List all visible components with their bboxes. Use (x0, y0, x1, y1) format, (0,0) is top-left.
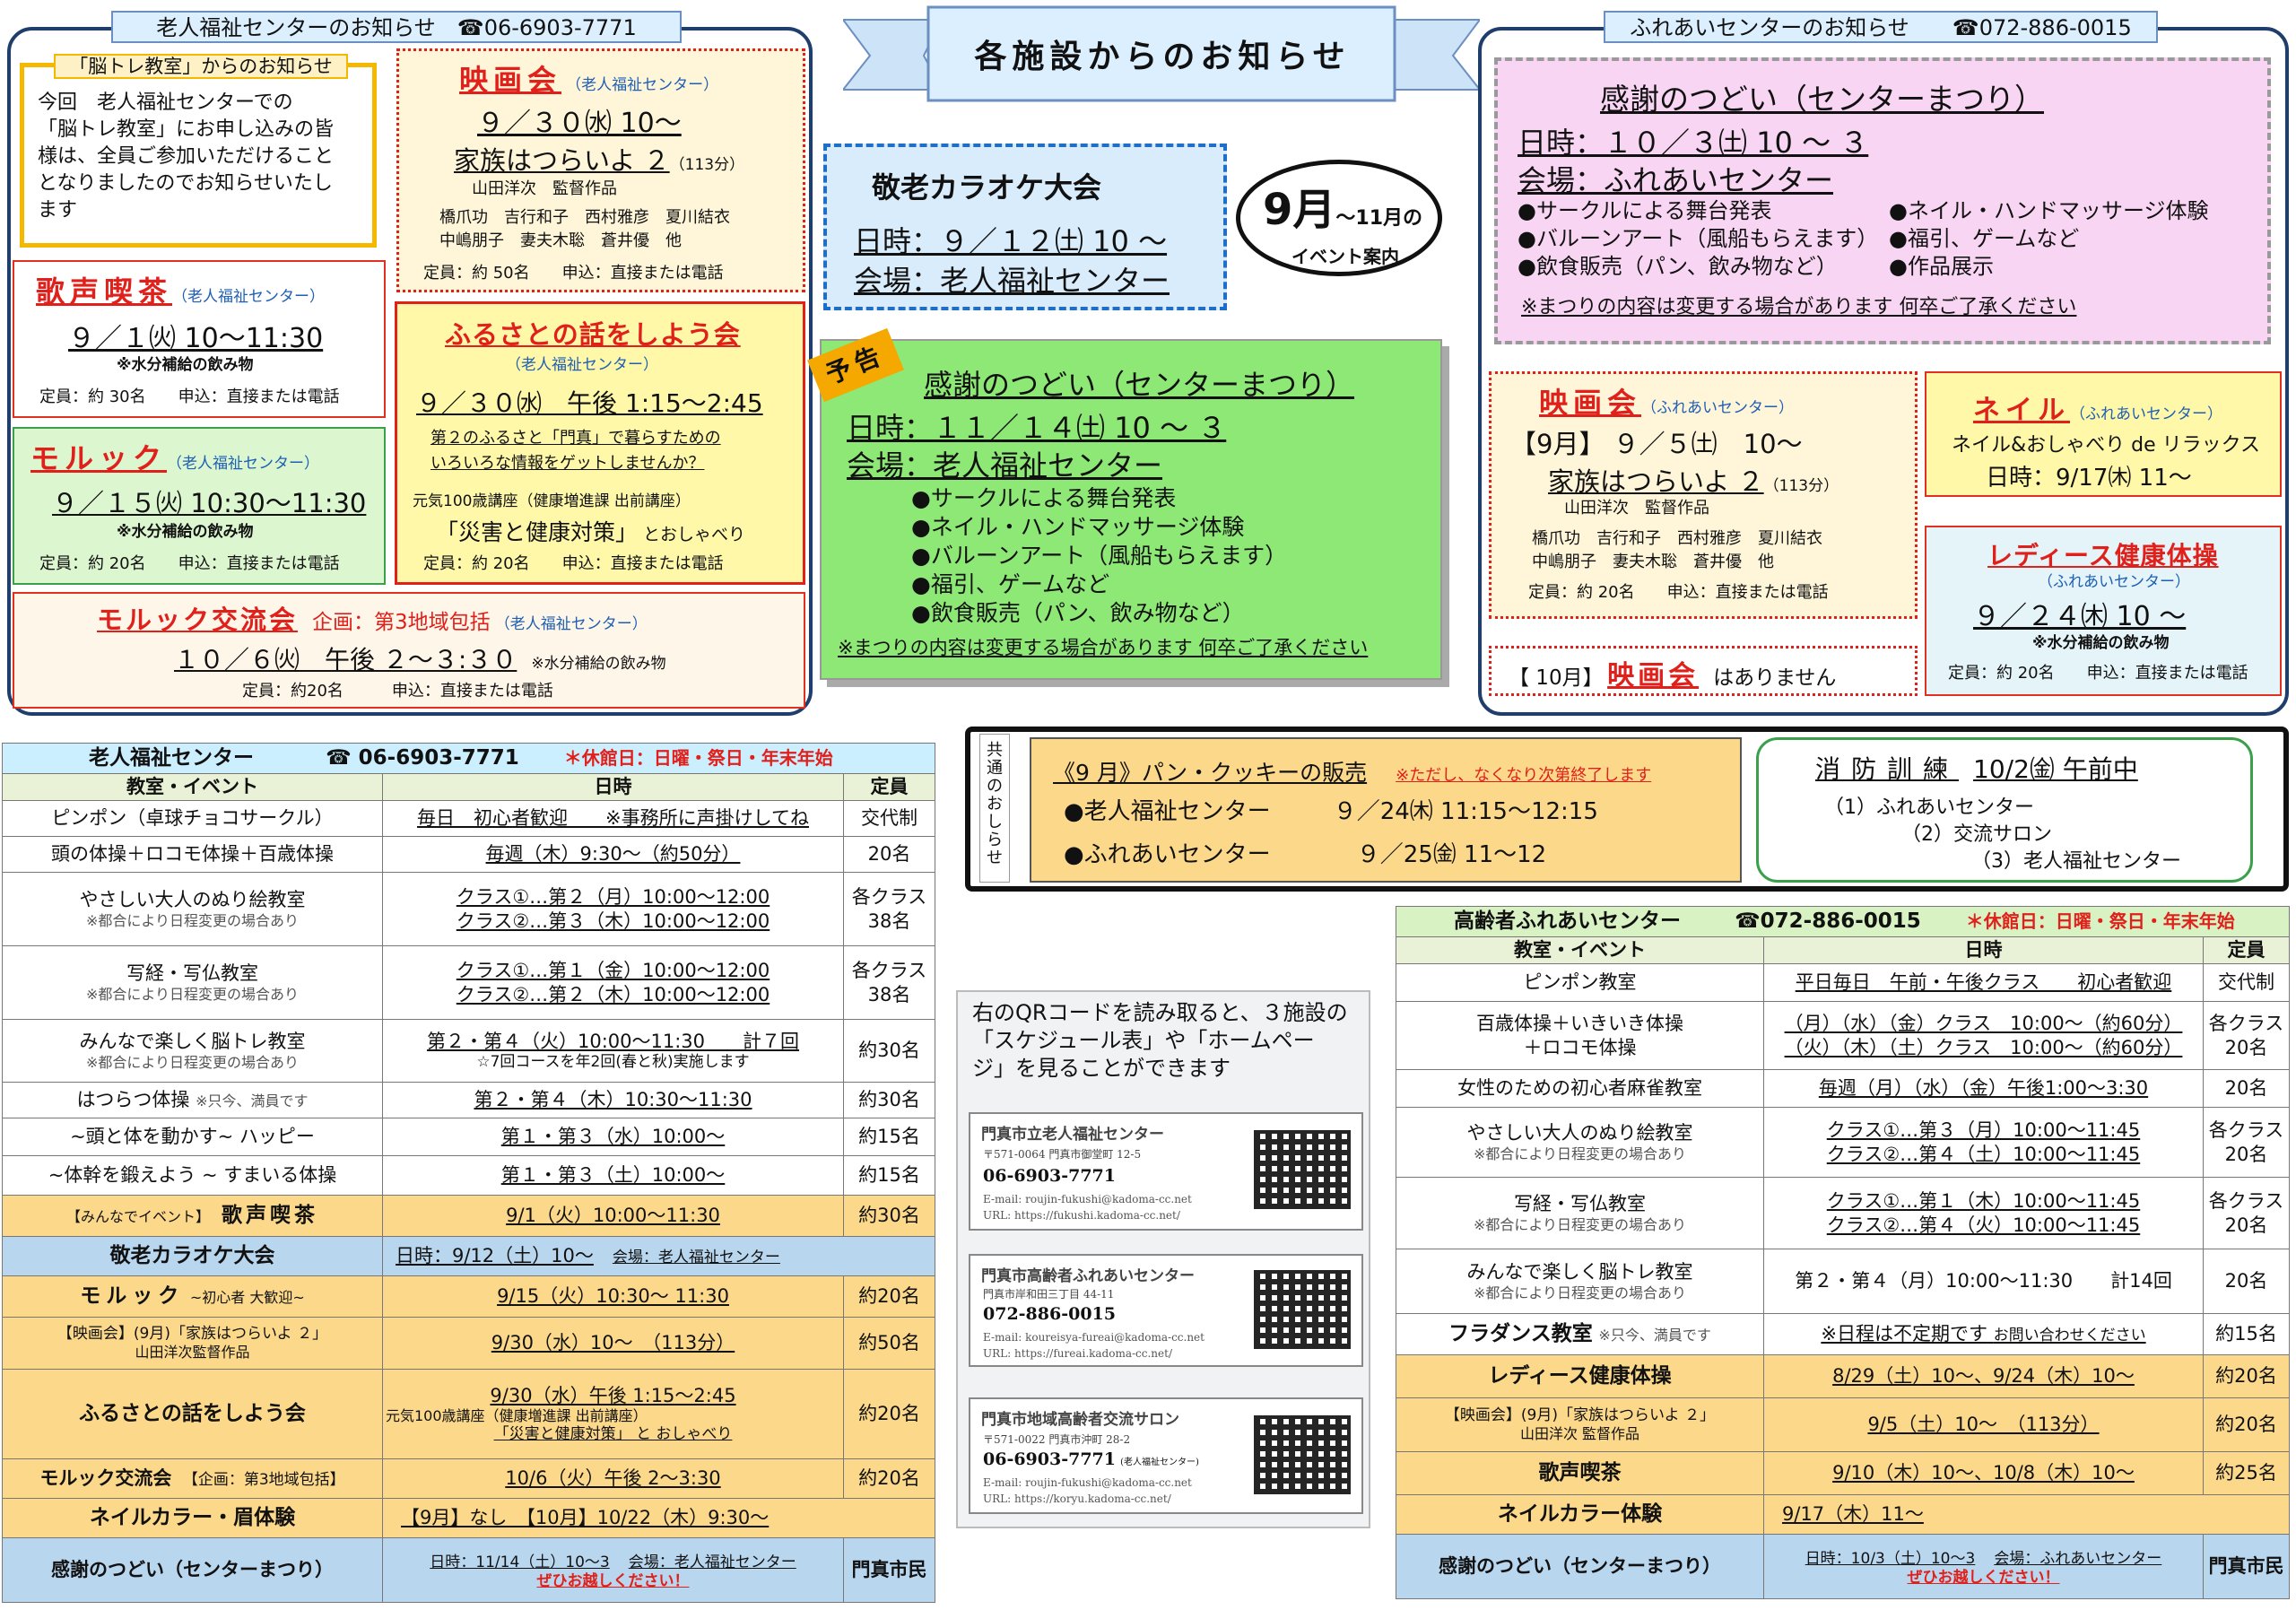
moruk-koryu-date: １０／６㈫ 午後 ２〜３:３０ ※水分補給の飲み物 (174, 645, 666, 674)
furusato-capacity: 定員：約 20名 申込：直接または電話 (423, 554, 724, 573)
kissa-note: ※水分補給の飲み物 (117, 356, 254, 374)
qr-card-roujin: 門真市立老人福祉センター 〒571-0064 門真市御堂町 12-5 06-69… (969, 1112, 1363, 1231)
fire-drill-l1: （1）ふれあいセンター (1824, 796, 2034, 819)
moruk-koryu-capacity: 定員：約20名 申込：直接または電話 (242, 682, 553, 701)
furusato-sub2: いろいろな情報をゲットしませんか？ (430, 454, 705, 473)
fureai-thanks-date: 日時：１０／３㈯ 10 〜 ３ (1518, 126, 1869, 160)
center-thanks-date: 日時：１１／１４㈯ 10 〜 ３ (847, 411, 1227, 445)
roujin-movie-cast2: 中嶋朋子 妻夫木聡 蒼井優 他 (439, 231, 682, 250)
moruk-capacity: 定員：約 20名 申込：直接または電話 (39, 554, 340, 573)
qr-card-fureai: 門真市高齢者ふれあいセンター 門真市岸和田三丁目 44-11 072-886-0… (969, 1254, 1363, 1367)
kissa-header: 歌声喫茶（老人福祉センター） (36, 274, 326, 309)
fureai-thanks-place: 会場：ふれあいセンター (1518, 163, 1834, 197)
kissa-capacity: 定員：約 30名 申込：直接または電話 (39, 387, 340, 406)
fire-drill-header: 消防訓練 10/2㈮ 午前中 (1815, 754, 2138, 784)
qr-code-icon[interactable] (1254, 1130, 1351, 1209)
common-sale-line3: ●ふれあいセンター ９／25㈮ 11〜12 (1064, 841, 1547, 868)
fire-drill-l2: （2）交流サロン (1901, 823, 2052, 846)
roujin-schedule-table: 老人福祉センター ☎ 06-6903-7771 ＊休館日：日曜・祭日・年末年始 教室… (1, 743, 936, 1603)
fureai-movie-cast2: 中嶋朋子 妻夫木聡 蒼井優 他 (1532, 553, 1774, 571)
fureai-notice-tab: ふれあいセンターのお知らせ ☎072-886-0015 (1604, 11, 2158, 43)
center-thanks-note: ※まつりの内容は変更する場合があります 何卒ご了承ください (838, 637, 1369, 658)
qr-code-icon[interactable] (1254, 1415, 1351, 1494)
roujin-movie-header: 映画会 （老人福祉センター） (459, 63, 719, 97)
brain-notice-text: 今回 老人福祉センターでの 「脳トレ教室」にお申し込みの皆 様は、全員ご参加いた… (38, 91, 335, 222)
roujin-movie-film: 家族はつらいよ ２（113分） (454, 145, 745, 176)
center-thanks-title: 感謝のつどい（センターまつり） (924, 368, 1355, 402)
kissa-date: ９／１㈫ 10〜11:30 (68, 323, 324, 354)
common-sale-line1: 《9 月》パン・クッキーの販売 ※ただし、なくなり次第終了します (1053, 760, 1652, 786)
karaoke-title: 敬老カラオケ大会 (872, 170, 1102, 205)
roujin-movie-capacity: 定員：約 50名 申込：直接または電話 (423, 264, 724, 283)
furusato-title: ふるさとの話をしよう会 (445, 319, 741, 350)
moruk-note: ※水分補給の飲み物 (117, 523, 254, 541)
furusato-lecture: 元気100歳講座（健康増進課 出前講座） (413, 492, 691, 510)
fureai-movie-header: 映画会（ふれあいセンター） (1539, 386, 1795, 420)
center-thanks-place: 会場：老人福祉センター (847, 448, 1163, 483)
banner-title: 各施設からのお知らせ (974, 39, 1351, 75)
nail-line2: 日時：9/17㈭ 11〜 (1986, 465, 2192, 492)
karaoke-date: 日時：９／１２㈯ 10 〜 (854, 224, 1168, 258)
nail-header: ネイル（ふれあいセンター） (1973, 395, 2222, 426)
furusato-sub1: 第２のふるさと「門真」で暮らすための (430, 429, 721, 448)
fureai-movie-director: 山田洋次 監督作品 (1564, 499, 1709, 518)
fureai-thanks-items-a: ●サークルによる舞台発表 ●バルーンアート（風船もらえます） ●飲食販売（パン、… (1518, 198, 1879, 279)
qr-intro: 右のQRコードを読み取ると、３施設の 「スケジュール表」や「ホームペー ジ」を見… (972, 1000, 1348, 1081)
month-big: 9月〜11月の (1263, 185, 1423, 235)
fureai-movie-cast1: 橋爪功 吉行和子 西村雅彦 夏川結衣 (1532, 529, 1822, 548)
ladies-note: ※水分補給の飲み物 (2032, 634, 2170, 652)
moruk-header: モルック（老人福祉センター） (30, 441, 320, 475)
fureai-thanks-items-b: ●ネイル・ハンドマッサージ体験 ●福引、ゲームなど ●作品展示 (1889, 198, 2209, 279)
fureai-thanks-title: 感謝のつどい（センターまつり） (1600, 82, 2044, 117)
fureai-thanks-note: ※まつりの内容は変更する場合があります 何卒ご了承ください (1521, 296, 2077, 318)
roujin-notice-tab: 老人福祉センターのお知らせ ☎06-6903-7771 (111, 11, 682, 43)
qr-card-salon: 門真市地域高齢者交流サロン 〒571-0022 門真市沖町 28-2 06-69… (969, 1397, 1363, 1514)
qr-code-icon[interactable] (1254, 1270, 1351, 1349)
brain-notice-title: 「脳トレ教室」からのお知らせ (54, 54, 348, 79)
ladies-date: ９／２４㈭ 10 〜 (1973, 601, 2187, 632)
fureai-schedule-table: 高齢者ふれあいセンター ☎072-886-0015 ＊休館日：日曜・祭日・年末年始 … (1395, 906, 2291, 1599)
moruk-date: ９／１５㈫ 10:30〜11:30 (52, 488, 367, 518)
fureai-movie-date: 【9月】 ９／５㈯ 10〜 (1510, 429, 1803, 459)
fureai-movie-film: 家族はつらいよ ２（113分） (1548, 466, 1839, 497)
common-sale-line2: ●老人福祉センター ９／24㈭ 11:15〜12:15 (1064, 798, 1598, 825)
ladies-title: レディース健康体操 (1987, 541, 2219, 570)
oct-movie-text: 【 10月】 映画会 はありません (1509, 660, 1837, 692)
roujin-movie-director: 山田洋次 監督作品 (472, 179, 617, 198)
common-side-label: 共通のおしらせ (979, 734, 1010, 883)
karaoke-place: 会場：老人福祉センター (854, 264, 1170, 298)
ladies-org: （ふれあいセンター） (2038, 573, 2190, 591)
nail-line1: ネイル&おしゃべり de リラックス (1952, 434, 2260, 457)
furusato-org: （老人福祉センター） (506, 356, 658, 374)
ladies-capacity: 定員：約 20名 申込：直接または電話 (1948, 664, 2248, 683)
fire-drill-l3: （3）老人福祉センター (1971, 850, 2181, 873)
month-sub: イベント案内 (1292, 246, 1399, 267)
fureai-movie-capacity: 定員：約 20名 申込：直接または電話 (1528, 583, 1829, 602)
furusato-theme: 「災害と健康対策」 とおしゃべり (436, 519, 746, 545)
furusato-date: ９／３０㈬ 午後 1:15〜2:45 (416, 388, 763, 418)
roujin-movie-cast1: 橋爪功 吉行和子 西村雅彦 夏川結衣 (439, 208, 730, 227)
center-thanks-items: ●サークルによる舞台発表 ●ネイル・ハンドマッサージ体験 ●バルーンアート（風船… (911, 485, 1288, 626)
moruk-koryu-header: モルック交流会 企画：第3地域包括 （老人福祉センター） (97, 605, 648, 635)
roujin-movie-date: ９／３０㈬ 10〜 (477, 108, 682, 139)
